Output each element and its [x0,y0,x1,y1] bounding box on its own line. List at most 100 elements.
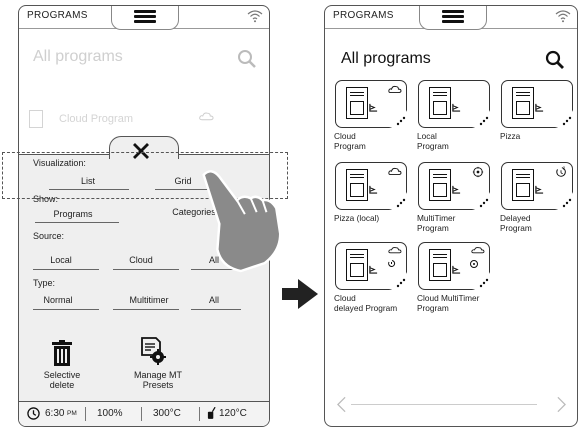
manage-mt-presets-button[interactable]: Manage MT Presets [121,370,195,390]
cloud-icon [388,167,402,176]
oven-icon [429,169,451,201]
corner-dots-icon [472,272,490,290]
menu-tab[interactable] [111,6,179,30]
transition-arrow-icon [282,279,318,309]
show-option-programs[interactable]: Programs [45,209,101,219]
underline [35,222,119,223]
program-tile[interactable] [501,80,573,128]
list-item[interactable]: Cloud Program [59,113,133,125]
header-title: PROGRAMS [27,10,88,21]
flag-icon [452,103,461,112]
oven-icon [346,169,368,201]
pagination-track [351,404,537,405]
header-title: PROGRAMS [333,10,394,21]
corner-dots-icon [389,110,407,128]
secondary-badge-icon [388,260,396,267]
corner-dots-icon [389,272,407,290]
status-time: 6:30 [45,408,65,419]
corner-dots-icon [472,110,490,128]
program-tile-label: Cloud MultiTimer Program [417,293,480,313]
delay-clock-icon: 2 [556,166,566,177]
source-label: Source: [33,231,65,241]
multitimer-icon [472,166,484,178]
hamburger-menu-icon[interactable] [442,10,464,23]
probe-icon [207,407,216,419]
corner-dots-icon [472,192,490,210]
menu-tab[interactable] [419,6,487,30]
program-tile-label: Local Program [417,131,449,151]
left-header: PROGRAMS [19,6,269,30]
program-tile-label: Cloud Program [334,131,366,151]
program-tile[interactable] [418,80,490,128]
right-header: PROGRAMS [325,6,577,30]
secondary-badge-icon [470,260,478,268]
page-title: All programs [341,50,431,67]
oven-icon [512,87,534,119]
search-icon[interactable] [545,50,565,70]
type-label: Type: [33,278,56,288]
list-item-icon [29,110,43,128]
source-option-local[interactable]: Local [41,255,81,265]
wifi-icon [247,10,263,23]
underline [191,309,241,310]
program-tile-label: Cloud delayed Program [334,293,398,313]
type-option-all[interactable]: All [199,295,229,305]
cloud-icon [199,112,214,121]
flag-icon [535,185,544,194]
program-tile-label: Pizza [500,131,521,141]
divider [199,407,200,421]
oven-icon [429,249,451,281]
selective-delete-button[interactable]: Selective delete [31,370,93,390]
page-title: All programs [33,48,123,65]
flag-icon [369,185,378,194]
cloud-icon [388,85,402,94]
document-gear-icon[interactable] [140,337,166,365]
program-tile[interactable] [335,80,407,128]
search-icon[interactable] [237,49,257,69]
oven-icon [346,87,368,119]
flag-icon [452,265,461,274]
right-phone-screen: PROGRAMS All programs Cloud Program Local… [324,5,578,427]
status-power: 100% [97,408,123,419]
flag-icon [535,103,544,112]
divider [141,407,142,421]
flag-icon [369,103,378,112]
program-tile[interactable] [335,162,407,210]
underline [33,309,99,310]
status-probe-temperature: 120°C [219,408,247,419]
trash-icon[interactable] [52,340,72,366]
cloud-multitimer-icon [471,247,485,254]
status-temperature: 300°C [153,408,181,419]
chevron-left-icon[interactable] [337,396,346,413]
divider [85,407,86,421]
wifi-icon [555,10,571,23]
type-option-multitimer[interactable]: Multitimer [119,295,179,305]
oven-icon [512,169,534,201]
cloud-delay-icon [388,247,402,254]
program-tile[interactable] [418,242,490,290]
underline [113,269,179,270]
program-tile-label: MultiTimer Program [417,213,456,233]
program-tile[interactable]: 2 [501,162,573,210]
corner-dots-icon [389,192,407,210]
program-tile-label: Pizza (local) [334,213,380,223]
corner-dots-icon [555,110,573,128]
oven-icon [429,87,451,119]
underline [33,269,99,270]
program-tile[interactable] [335,242,407,290]
program-tile-label: Delayed Program [500,213,532,233]
oven-icon [346,249,368,281]
hamburger-menu-icon[interactable] [134,10,156,23]
status-ampm: PM [67,410,77,417]
program-tile[interactable] [418,162,490,210]
flag-icon [369,265,378,274]
clock-icon [27,407,40,420]
flag-icon [452,185,461,194]
corner-dots-icon [555,192,573,210]
source-option-cloud[interactable]: Cloud [121,255,161,265]
chevron-right-icon[interactable] [557,396,566,413]
type-option-normal[interactable]: Normal [33,295,83,305]
pointing-hand-icon [202,170,282,273]
underline [113,309,179,310]
status-bar: 6:30 PM 100% 300°C 120°C [19,401,269,426]
